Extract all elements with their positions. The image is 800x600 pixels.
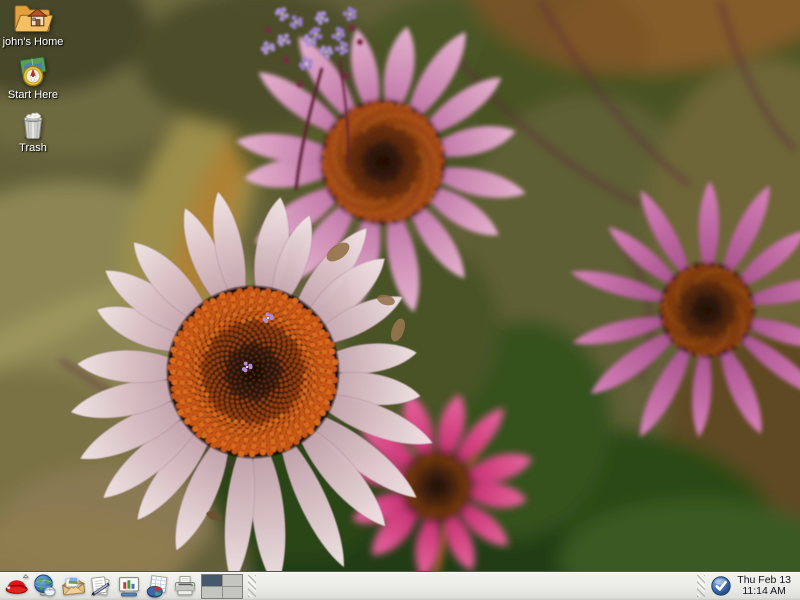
workspace-1[interactable] bbox=[202, 575, 222, 586]
printer-launcher[interactable] bbox=[171, 573, 199, 600]
spreadsheet-launcher[interactable] bbox=[143, 573, 171, 600]
clock-applet[interactable]: Thu Feb 13 11:14 AM bbox=[733, 575, 797, 597]
spreadsheet-icon bbox=[144, 573, 170, 599]
clock-time: 11:14 AM bbox=[737, 586, 791, 597]
word-processor-launcher[interactable] bbox=[87, 573, 115, 600]
desktop-icon-label: john's Home bbox=[3, 36, 64, 48]
start-here-icon bbox=[14, 55, 52, 88]
bottom-panel: Thu Feb 13 11:14 AM bbox=[0, 571, 800, 600]
desktop-root: { "desktop": { "icons": [ {"id": "home",… bbox=[0, 0, 800, 600]
trash-icon bbox=[15, 108, 51, 141]
workspace-4[interactable] bbox=[223, 587, 243, 598]
update-alert-button[interactable] bbox=[708, 574, 733, 599]
desktop-icon-list: john's Home Start Here bbox=[0, 2, 66, 154]
web-browser-launcher[interactable] bbox=[31, 573, 59, 600]
desktop-icon-start-here[interactable]: Start Here bbox=[0, 55, 66, 101]
printer-icon bbox=[172, 573, 198, 599]
home-folder-icon bbox=[12, 2, 54, 35]
workspace-switcher bbox=[201, 574, 243, 599]
main-menu-button[interactable] bbox=[3, 573, 31, 600]
web-browser-icon bbox=[32, 573, 58, 599]
desktop-icon-home[interactable]: john's Home bbox=[0, 2, 66, 48]
panel-handle-right[interactable] bbox=[697, 575, 705, 597]
update-check-icon bbox=[710, 575, 732, 597]
desktop-icon-trash[interactable]: Trash bbox=[0, 108, 66, 154]
presentation-launcher[interactable] bbox=[115, 573, 143, 600]
wallpaper-image bbox=[0, 0, 800, 600]
workspace-2[interactable] bbox=[223, 575, 243, 586]
email-launcher[interactable] bbox=[59, 573, 87, 600]
word-processor-icon bbox=[88, 573, 114, 599]
presentation-icon bbox=[116, 573, 142, 599]
red-hat-menu-icon bbox=[4, 573, 30, 599]
panel-handle-left[interactable] bbox=[248, 575, 256, 597]
workspace-3[interactable] bbox=[202, 587, 222, 598]
desktop-icon-label: Trash bbox=[19, 142, 47, 154]
desktop-icon-label: Start Here bbox=[8, 89, 58, 101]
email-icon bbox=[60, 573, 87, 599]
